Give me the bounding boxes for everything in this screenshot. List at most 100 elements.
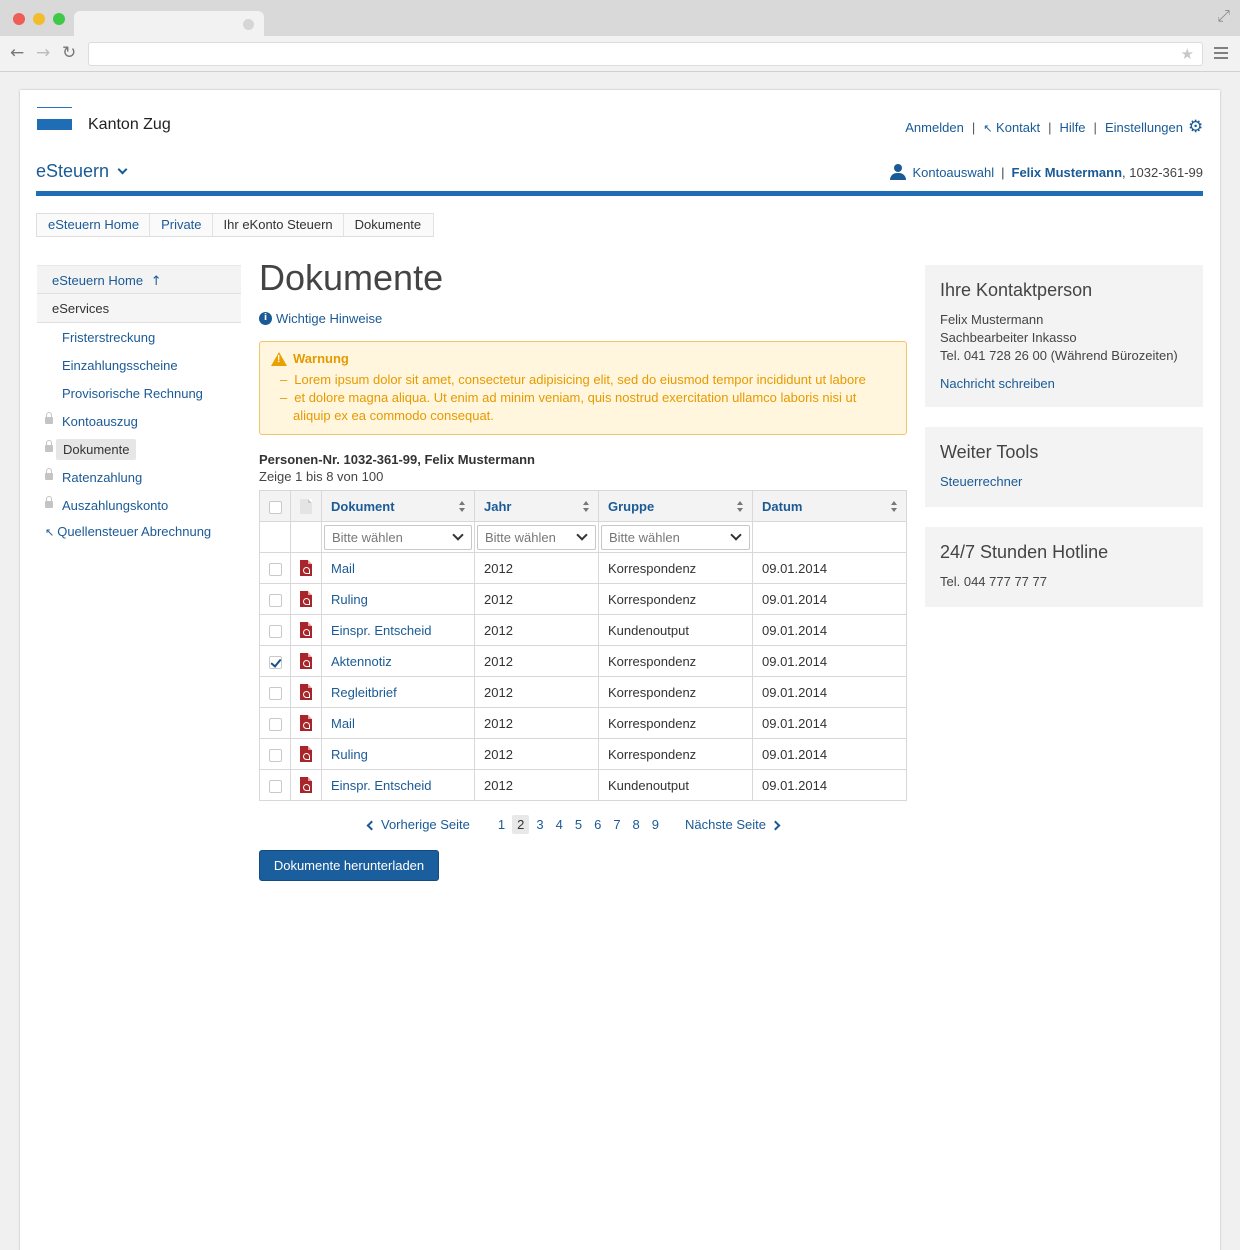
sidebar-item-auszahlungskonto[interactable]: Auszahlungskonto [37,492,241,520]
previous-page-link[interactable]: Vorherige Seite [366,817,470,832]
sidebar-item-provisorische-rechnung[interactable]: Provisorische Rechnung [37,380,241,408]
address-bar[interactable]: ★ [88,42,1203,66]
document-link[interactable]: Regleitbrief [331,685,397,700]
page-number-8[interactable]: 8 [628,815,645,834]
row-checkbox[interactable] [268,562,282,576]
document-link[interactable]: Mail [331,561,355,576]
page-number-9[interactable]: 9 [647,815,664,834]
sidebar-item-kontoauszug[interactable]: Kontoauszug [37,408,241,436]
filter-dokument-select[interactable]: Bitte wählen [324,524,472,550]
filter-gruppe-select[interactable]: Bitte wählen [601,524,750,550]
maximize-window-button[interactable] [53,13,65,25]
page-number-7[interactable]: 7 [608,815,625,834]
breadcrumb-item-ekonto[interactable]: Ihr eKonto Steuern [213,214,344,236]
file-type-cell [290,676,322,708]
sidebar-item-quellensteuer[interactable]: ↖ Quellensteuer Abrechnung [37,518,241,546]
document-link[interactable]: Mail [331,716,355,731]
pdf-icon[interactable] [300,622,312,639]
group-cell: Korrespondenz [598,645,753,677]
document-link[interactable]: Aktennotiz [331,654,392,669]
pdf-icon[interactable] [300,560,312,577]
select-all-checkbox[interactable] [268,500,282,514]
pdf-icon[interactable] [300,684,312,701]
sidebar-item-dokumente[interactable]: Dokumente [37,436,241,464]
page-number-1[interactable]: 1 [493,815,510,834]
gear-icon[interactable]: ⚙ [1188,119,1204,136]
sidebar-item-fristerstreckung[interactable]: Fristerstreckung [37,324,241,352]
pdf-icon[interactable] [300,777,312,794]
document-link[interactable]: Ruling [331,747,368,762]
forward-icon[interactable]: → [36,43,50,63]
browser-menu-icon[interactable] [1214,47,1228,59]
row-select-cell [259,738,291,770]
sidebar-section-eservices[interactable]: eServices [37,294,241,323]
breadcrumb-item-private[interactable]: Private [150,214,213,236]
help-link[interactable]: Hilfe [1060,120,1086,135]
page-number-6[interactable]: 6 [589,815,606,834]
document-link[interactable]: Einspr. Entscheid [331,778,431,793]
tax-calculator-link[interactable]: Steuerrechner [940,474,1022,489]
row-checkbox[interactable] [268,748,282,762]
filter-cell: Bitte wählen [598,521,753,553]
tab-close-icon[interactable] [243,19,254,30]
empty-cell [752,521,907,553]
document-link[interactable]: Ruling [331,592,368,607]
document-cell: Ruling [321,738,475,770]
close-window-button[interactable] [13,13,25,25]
back-icon[interactable]: ← [10,43,24,63]
page-number-2[interactable]: 2 [512,815,530,834]
document-link[interactable]: Einspr. Entscheid [331,623,431,638]
row-checkbox[interactable] [268,593,282,607]
fullscreen-icon[interactable]: ⤢ [1217,6,1230,26]
pdf-icon[interactable] [300,653,312,670]
pdf-icon[interactable] [300,715,312,732]
empty-cell [259,521,291,553]
sidebar-item-ratenzahlung[interactable]: Ratenzahlung [37,464,241,492]
column-header-jahr[interactable]: Jahr [474,490,599,522]
contact-box-title: Ihre Kontaktperson [940,280,1093,300]
settings-link[interactable]: Einstellungen [1105,120,1183,135]
login-link[interactable]: Anmelden [905,120,964,135]
row-checkbox[interactable] [268,779,282,793]
column-header-datum[interactable]: Datum [752,490,907,522]
bookmark-star-icon[interactable]: ★ [1181,45,1194,63]
pagination: Vorherige Seite 123456789 Nächste Seite [366,815,781,834]
pdf-icon[interactable] [300,591,312,608]
app-switcher[interactable]: eSteuern [36,161,128,182]
browser-tab[interactable] [74,11,264,37]
write-message-link[interactable]: Nachricht schreiben [940,376,1055,391]
date-cell: 09.01.2014 [752,738,907,770]
row-checkbox[interactable] [268,624,282,638]
row-checkbox[interactable] [268,717,282,731]
row-select-cell [259,676,291,708]
date-cell: 09.01.2014 [752,676,907,708]
account-selection-link[interactable]: Kontoauswahl [912,165,994,180]
pdf-icon[interactable] [300,746,312,763]
column-header-gruppe[interactable]: Gruppe [598,490,753,522]
contact-label: Kontakt [996,119,1041,135]
row-checkbox[interactable] [268,686,282,700]
top-navigation: Anmelden | ↖ Kontakt | Hilfe | Einstellu… [905,119,1204,136]
minimize-window-button[interactable] [33,13,45,25]
next-page-link[interactable]: Nächste Seite [685,817,781,832]
reload-icon[interactable]: ↻ [62,43,76,63]
breadcrumb-item-home[interactable]: eSteuern Home [37,214,151,236]
page-number-5[interactable]: 5 [570,815,587,834]
warning-box: Warnung Lorem ipsum dolor sit amet, cons… [259,341,907,435]
year-cell: 2012 [474,676,599,708]
account-user-link[interactable]: Felix Mustermann [1012,165,1123,180]
warning-header: Warnung [271,351,895,366]
column-header-dokument[interactable]: Dokument [321,490,475,522]
contact-link[interactable]: ↖ Kontakt [983,120,1040,135]
sidebar-home[interactable]: eSteuern Home ↑ [37,265,241,294]
page-number-3[interactable]: 3 [531,815,548,834]
page-number-4[interactable]: 4 [551,815,568,834]
row-checkbox[interactable] [268,655,282,669]
important-notes-link[interactable]: i Wichtige Hinweise [259,311,382,326]
logo-line [37,107,72,108]
warning-list: Lorem ipsum dolor sit amet, consectetur … [271,371,895,425]
warning-line: et dolore magna aliqua. Ut enim ad minim… [271,389,895,425]
filter-jahr-select[interactable]: Bitte wählen [477,524,596,550]
download-documents-button[interactable]: Dokumente herunterladen [259,850,439,881]
sidebar-item-einzahlungsscheine[interactable]: Einzahlungsscheine [37,352,241,380]
